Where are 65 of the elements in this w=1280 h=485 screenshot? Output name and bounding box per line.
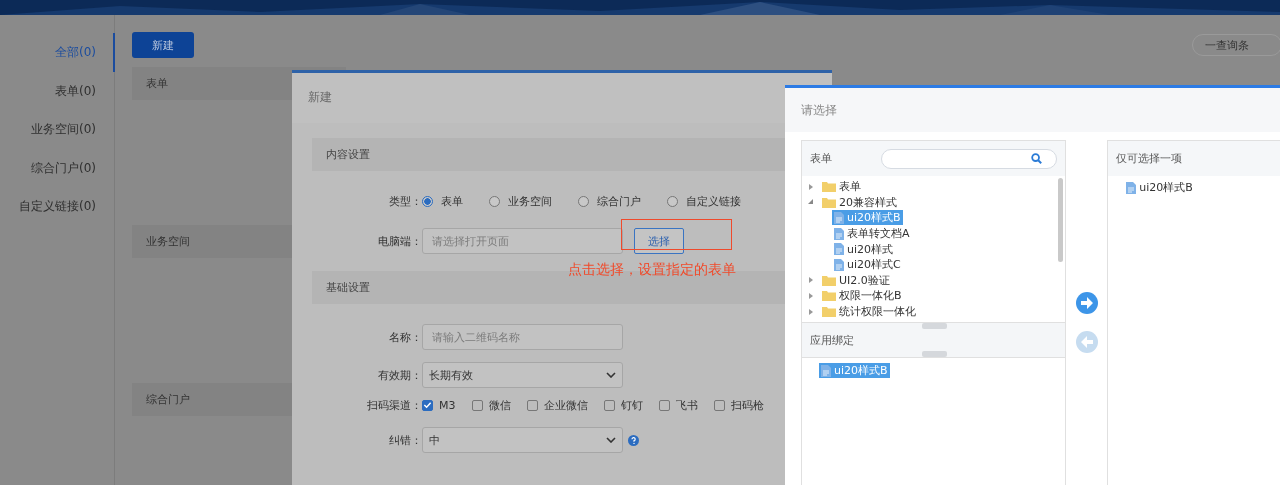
move-right-button[interactable] (1075, 292, 1098, 314)
annotation-text: 点击选择，设置指定的表单 (568, 261, 736, 279)
checkbox-option[interactable]: 飞书 (658, 397, 698, 413)
checkbox-option[interactable]: 微信 (471, 397, 511, 413)
checkbox-option[interactable]: 扫码枪 (713, 397, 764, 413)
collapse-handle[interactable] (922, 323, 947, 329)
folder-icon (822, 306, 836, 318)
sidebar-item[interactable]: 综合门户(0) (0, 148, 114, 187)
scrollbar[interactable] (1057, 178, 1063, 262)
search-field[interactable] (880, 148, 1057, 169)
expand-icon[interactable] (808, 183, 814, 190)
help-icon[interactable] (628, 434, 639, 446)
sidebar-item[interactable]: 表单(0) (0, 71, 114, 110)
document-icon (1126, 181, 1137, 194)
panel-title: 应用绑定 (810, 332, 854, 348)
radio-option[interactable]: 综合门户 (578, 193, 641, 209)
document-icon (834, 243, 844, 256)
tree-item[interactable]: 20兼容样式 (820, 194, 899, 210)
field-label: 有效期： (377, 367, 422, 383)
radio-option[interactable]: 自定义链接 (667, 193, 741, 209)
expand-icon[interactable] (808, 277, 814, 284)
expand-icon[interactable] (808, 199, 814, 206)
correction-dropdown[interactable]: 中 (422, 427, 623, 453)
tree-item[interactable]: 表单转文档A (832, 226, 912, 242)
dialog-title: 请选择 (785, 88, 1280, 132)
field-label: 名称： (388, 329, 422, 345)
chevron-down-icon (606, 437, 616, 443)
folder-icon (822, 290, 836, 302)
checkmark-icon (423, 400, 432, 410)
chevron-down-icon (606, 372, 616, 378)
radio-option[interactable]: 业务空间 (489, 193, 552, 209)
sidebar-item[interactable]: 业务空间(0) (0, 110, 114, 149)
expand-handle[interactable] (922, 351, 947, 357)
select-button[interactable]: 选择 (634, 228, 684, 254)
expand-icon[interactable] (808, 308, 814, 315)
sidebar-item[interactable]: 自定义链接(0) (0, 187, 114, 226)
tree-item[interactable]: 统计权限一体化 (820, 304, 918, 320)
chosen-item[interactable]: ui20样式B (1126, 180, 1193, 195)
radio-option[interactable]: 表单 (422, 193, 463, 209)
new-button[interactable]: 新建 (132, 32, 194, 58)
field-label: 纠错： (388, 432, 422, 448)
tree-item[interactable]: 表单 (820, 179, 863, 195)
tree-item[interactable]: 权限一体化B (820, 288, 904, 304)
tree-item[interactable]: UI2.0验证 (820, 272, 892, 288)
search-icon (1030, 153, 1042, 164)
document-icon (821, 364, 831, 377)
document-icon (834, 258, 844, 271)
field-label: 电脑端： (377, 233, 422, 249)
checkbox-option[interactable]: M3 (422, 398, 456, 412)
tree-item[interactable]: ui20样式 (832, 241, 896, 257)
expand-icon[interactable] (808, 292, 814, 299)
checkbox-option[interactable]: 企业微信 (526, 397, 588, 413)
page-field[interactable]: 请选择打开页面 (422, 228, 623, 254)
document-icon (834, 227, 844, 240)
field-label: 扫码渠道： (366, 397, 422, 413)
folder-icon (822, 181, 836, 193)
panel-title: 仅可选择一项 (1116, 151, 1183, 166)
folder-icon (822, 274, 836, 286)
checkbox-option[interactable]: 钉钉 (603, 397, 643, 413)
tree-item[interactable]: ui20样式C (832, 257, 903, 273)
folder-icon (822, 196, 836, 208)
validity-dropdown[interactable]: 长期有效 (422, 362, 623, 388)
panel-title: 表单 (810, 151, 832, 166)
field-label: 类型： (388, 193, 422, 209)
document-icon (834, 212, 844, 224)
